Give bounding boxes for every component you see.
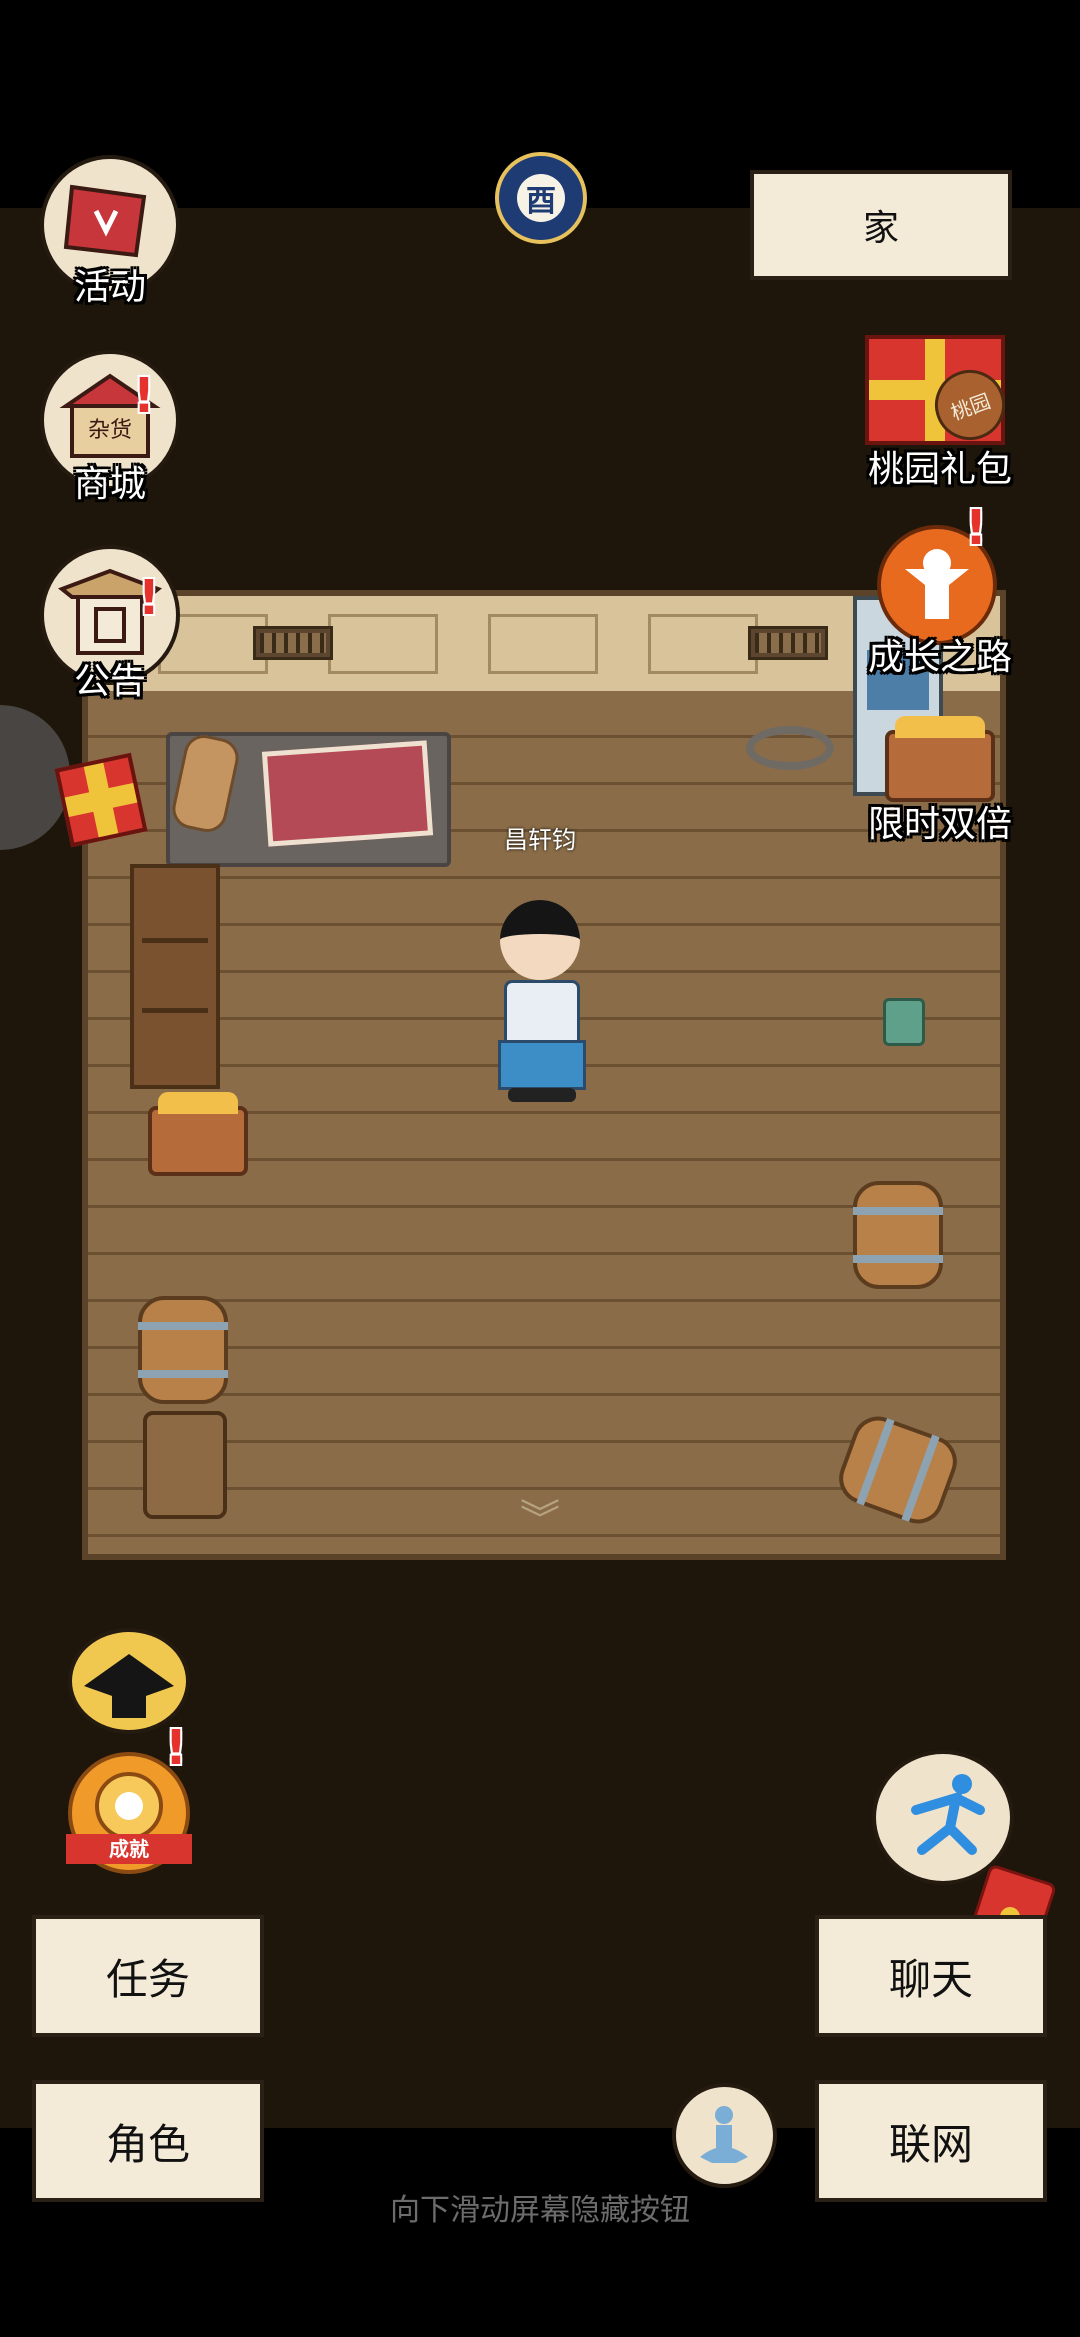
peach-gift-label: 桃园礼包 bbox=[867, 449, 1012, 490]
gift-icon[interactable] bbox=[54, 752, 148, 848]
time-of-day-badge[interactable]: 酉 bbox=[495, 152, 587, 244]
bed-mat bbox=[261, 740, 434, 847]
time-symbol: 酉 bbox=[517, 174, 565, 222]
player-feet bbox=[508, 1088, 576, 1102]
player-name: 昌轩钧 bbox=[504, 826, 576, 854]
barrel[interactable] bbox=[853, 1181, 943, 1289]
growth-road-label: 成长之路 bbox=[867, 637, 1012, 678]
events-label: 活动 bbox=[73, 267, 146, 308]
player-robe bbox=[498, 1040, 586, 1090]
shop-alert-icon: ! bbox=[133, 368, 155, 424]
double-reward-label: 限时双倍 bbox=[867, 804, 1012, 845]
bed-pillow bbox=[168, 731, 243, 836]
wall-panel bbox=[328, 614, 438, 674]
wall-panel bbox=[648, 614, 758, 674]
wall-vent bbox=[253, 626, 333, 660]
wall-vent bbox=[748, 626, 828, 660]
barrel[interactable] bbox=[138, 1296, 228, 1404]
hat-button[interactable] bbox=[68, 1628, 190, 1734]
coiled-rope[interactable] bbox=[746, 726, 834, 770]
hide-buttons-hint: 向下滑动屏幕隐藏按钮 bbox=[390, 2193, 690, 2228]
notice-alert-icon: ! bbox=[138, 570, 160, 626]
shop-label: 商城 bbox=[73, 464, 146, 505]
bed[interactable] bbox=[166, 731, 451, 867]
meditate-button[interactable] bbox=[672, 2083, 777, 2188]
location-button[interactable]: 家 bbox=[750, 170, 1012, 280]
growth-alert-icon: ! bbox=[965, 500, 987, 556]
meditation-icon bbox=[700, 2106, 748, 2163]
potted-plant[interactable] bbox=[883, 998, 925, 1046]
network-button[interactable]: 联网 bbox=[815, 2080, 1047, 2202]
wall-panel bbox=[488, 614, 598, 674]
double-reward-icon[interactable] bbox=[885, 716, 995, 802]
bookshelf[interactable] bbox=[130, 864, 220, 1089]
achievement-ribbon: 成就 bbox=[66, 1834, 192, 1864]
treasure-chest-open[interactable] bbox=[148, 1092, 248, 1176]
player-head bbox=[500, 900, 580, 980]
player-character[interactable] bbox=[488, 880, 598, 1110]
character-button[interactable]: 角色 bbox=[32, 2080, 264, 2202]
achievement-alert-icon: ! bbox=[165, 1720, 187, 1776]
wooden-chest[interactable] bbox=[143, 1411, 227, 1519]
chat-button[interactable]: 聊天 bbox=[815, 1915, 1047, 2037]
scroll-down-arrows-icon[interactable]: ︾ bbox=[505, 1500, 575, 1550]
tasks-button[interactable]: 任务 bbox=[32, 1915, 264, 2037]
notice-label: 公告 bbox=[73, 661, 146, 702]
scholar-hat-icon bbox=[84, 1654, 174, 1718]
running-figure-icon bbox=[911, 1774, 985, 1855]
